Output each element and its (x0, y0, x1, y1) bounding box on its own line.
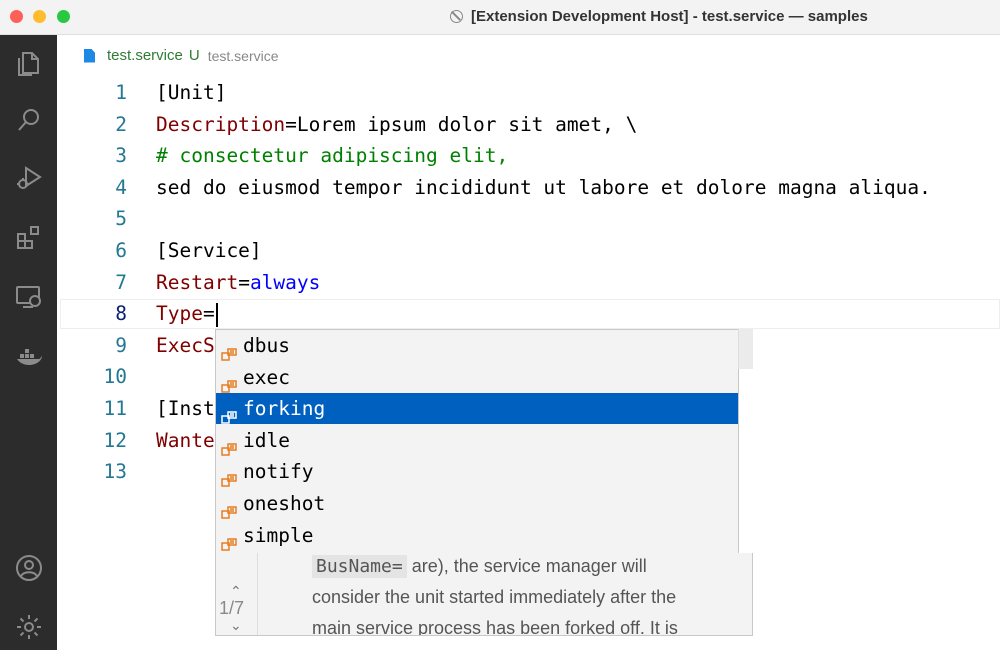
suggestion-item[interactable]: forking (216, 393, 738, 425)
code-line[interactable]: 8 Type= (57, 298, 1000, 330)
chevron-down-icon[interactable]: ⌄ (230, 617, 242, 634)
suggestion-item[interactable]: simple (216, 520, 738, 551)
suggest-details: ⌃ 1/7 ⌄ BusName= are), the service manag… (215, 553, 753, 636)
details-line2: consider the unit started immediately af… (312, 587, 677, 607)
file-icon (84, 48, 95, 63)
line-code: ExecS (156, 333, 215, 357)
activity-bar (0, 35, 57, 650)
code-line[interactable]: 6 [Service] (57, 235, 1000, 266)
editor-tab-bar: test.service U test.service (57, 35, 1000, 75)
line-number: 9 (115, 333, 127, 357)
tab-path: test.service (207, 47, 279, 64)
line-number: 4 (115, 175, 127, 199)
line-number: 10 (103, 365, 127, 389)
code-line[interactable]: 3 # consectetur adipiscing elit, (57, 140, 1000, 171)
enum-member-icon (221, 339, 237, 361)
search-icon[interactable] (14, 105, 44, 135)
line-number: 3 (115, 144, 127, 168)
suggestion-label: forking (243, 397, 326, 421)
line-code: [Unit] (156, 81, 227, 104)
suggestion-label: exec (243, 365, 290, 389)
remote-explorer-icon[interactable] (14, 282, 44, 312)
suggest-scrollbar[interactable] (738, 329, 753, 369)
enum-member-icon (221, 434, 237, 456)
details-text: BusName= are), the service manager will … (312, 553, 732, 636)
line-code: Description=Lorem ipsum dolor sit amet, … (156, 112, 638, 136)
files-icon[interactable] (14, 48, 44, 78)
details-count: 1/7 (219, 598, 245, 618)
suggestion-item[interactable]: exec (216, 362, 738, 393)
line-number: 1 (115, 81, 127, 104)
suggest-widget[interactable]: dbus exec forking idle notify oneshot simple (215, 329, 739, 554)
settings-gear-icon[interactable] (14, 612, 44, 642)
line-number: 8 (115, 302, 127, 326)
code-line[interactable]: 1 [Unit] (57, 77, 1000, 108)
tab-filename: test.service (107, 47, 183, 64)
suggestion-item[interactable]: idle (216, 425, 738, 456)
code-line[interactable]: 5 (57, 203, 1000, 234)
line-code: sed do eiusmod tempor incididunt ut labo… (156, 175, 931, 199)
suggestion-item[interactable]: dbus (216, 330, 738, 361)
minimize-window-button[interactable] (33, 10, 46, 23)
suggestion-label: oneshot (243, 492, 326, 515)
enum-member-icon (221, 402, 237, 424)
line-code: Type= (156, 298, 218, 329)
maximize-window-button[interactable] (57, 10, 70, 23)
code-line[interactable]: 7 Restart=always (57, 267, 1000, 298)
suggestion-label: idle (243, 428, 290, 452)
window-title: [Extension Development Host] - test.serv… (450, 8, 868, 25)
restricted-mode-icon (450, 10, 463, 23)
line-code: Restart=always (156, 270, 321, 294)
details-line3: main service process has been forked off… (312, 618, 678, 636)
untracked-badge: U (188, 47, 200, 64)
details-nav: ⌃ 1/7 ⌄ (216, 553, 258, 635)
line-number: 5 (115, 207, 127, 231)
suggestion-item[interactable]: oneshot (216, 488, 738, 519)
account-icon[interactable] (14, 553, 44, 583)
text-caret (215, 302, 218, 327)
line-number: 6 (115, 239, 127, 262)
line-code: [Inst (156, 397, 215, 420)
line-number: 7 (115, 270, 127, 294)
enum-member-icon (221, 371, 237, 393)
docker-icon[interactable] (14, 341, 44, 371)
line-code: [Service] (156, 239, 262, 262)
details-line1: are), the service manager will (406, 556, 647, 576)
suggestion-label: dbus (243, 334, 290, 357)
extensions-icon[interactable] (14, 223, 44, 253)
enum-member-icon (221, 529, 237, 551)
line-number: 2 (115, 112, 127, 136)
details-code-chip: BusName= (312, 555, 407, 578)
line-code: # consectetur adipiscing elit, (156, 144, 509, 168)
line-number: 13 (103, 460, 127, 484)
code-line[interactable]: 2 Description=Lorem ipsum dolor sit amet,… (57, 109, 1000, 140)
enum-member-icon (221, 465, 237, 488)
enum-member-icon (221, 497, 237, 519)
title-bar: [Extension Development Host] - test.serv… (0, 0, 1000, 35)
run-debug-icon[interactable] (14, 163, 44, 193)
line-code: Wante (156, 428, 215, 452)
tab-test-service[interactable]: test.service U test.service (84, 47, 279, 64)
suggestion-item[interactable]: notify (216, 456, 738, 488)
close-window-button[interactable] (10, 10, 23, 23)
code-line[interactable]: 4 sed do eiusmod tempor incididunt ut lab… (57, 172, 1000, 203)
line-number: 11 (103, 397, 127, 420)
line-number: 12 (103, 428, 127, 452)
suggestion-label: simple (243, 523, 314, 547)
suggestion-label: notify (243, 460, 314, 484)
